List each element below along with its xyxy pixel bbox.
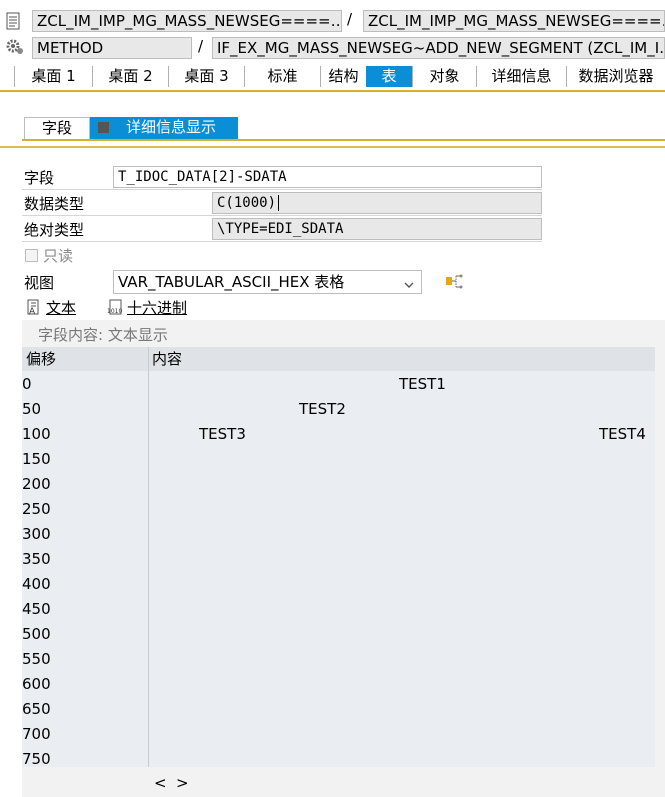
datatype-label: 数据类型	[24, 195, 85, 213]
offset-cell: 600	[22, 675, 51, 693]
view-label: 视图	[24, 274, 55, 292]
text-cursor	[278, 195, 280, 211]
document-icon	[6, 12, 20, 34]
subtab-detail-display[interactable]: 详细信息显示	[90, 117, 238, 139]
offset-cell: 350	[22, 550, 51, 568]
square-icon	[98, 122, 109, 133]
section-divider	[0, 146, 665, 148]
include-name-field[interactable]: ZCL_IM_IMP_MG_MASS_NEWSEG====…	[363, 10, 665, 32]
tabbar-underline	[0, 90, 665, 92]
offset-cell: 450	[22, 600, 51, 618]
tree-hierarchy-icon[interactable]	[445, 273, 465, 295]
subtab-underline	[22, 139, 665, 141]
readonly-checkbox[interactable]	[25, 249, 38, 262]
offset-cell: 150	[22, 450, 51, 468]
offset-cell: 200	[22, 475, 51, 493]
grid-header: 偏移 内容	[22, 347, 655, 371]
scroll-right-button[interactable]: >	[176, 773, 189, 793]
offset-cell: 250	[22, 500, 51, 518]
object-type-field[interactable]: METHOD	[32, 37, 192, 59]
svg-text:1010: 1010	[107, 308, 122, 315]
tab-data-explorer[interactable]: 数据浏览器	[566, 66, 665, 87]
offset-cell: 0	[22, 375, 32, 393]
method-name-field[interactable]: IF_EX_MG_MASS_NEWSEG~ADD_NEW_SEGMENT (ZC…	[212, 37, 665, 59]
tab-standard[interactable]: 标准	[244, 66, 320, 87]
tab-objects[interactable]: 对象	[412, 66, 476, 87]
abstype-label: 绝对类型	[24, 221, 85, 239]
text-view-button[interactable]: 文本	[46, 298, 76, 318]
offset-cell: 400	[22, 575, 51, 593]
tab-structure[interactable]: 结构	[320, 66, 366, 87]
subtab-detail-label: 详细信息显示	[126, 118, 217, 136]
path-separator-2: /	[198, 37, 204, 55]
grid-caption: 字段内容: 文本显示	[38, 326, 168, 344]
col-header-offset[interactable]: 偏移	[26, 349, 56, 369]
gear-icon	[5, 38, 25, 60]
hex-view-icon: 1010	[106, 299, 126, 321]
col-separator	[148, 347, 149, 767]
path-separator: /	[347, 10, 353, 28]
desktop-tabbar: 桌面 1 桌面 2 桌面 3 标准 结构 表 对象 详细信息 数据浏览器	[14, 66, 665, 88]
offset-cell: 750	[22, 750, 51, 768]
offset-cell: 100	[22, 425, 51, 443]
readonly-label: 只读	[43, 247, 74, 265]
content-cell: TEST1	[399, 375, 446, 393]
col-header-content[interactable]: 内容	[152, 349, 182, 369]
hex-view-button[interactable]: 十六进制	[127, 298, 187, 318]
offset-cell: 700	[22, 725, 51, 743]
field-label: 字段	[24, 169, 55, 187]
row-divider	[22, 215, 542, 216]
offset-cell: 500	[22, 625, 51, 643]
tab-desktop-1[interactable]: 桌面 1	[14, 66, 92, 87]
field-name-input[interactable]: T_IDOC_DATA[2]-SDATA	[113, 166, 542, 188]
view-select[interactable]: VAR_TABULAR_ASCII_HEX 表格	[113, 270, 422, 294]
offset-cell: 50	[22, 400, 42, 418]
class-name-field[interactable]: ZCL_IM_IMP_MG_MASS_NEWSEG====…	[32, 10, 342, 32]
datatype-text: C(1000)	[217, 195, 277, 211]
tab-desktop-2[interactable]: 桌面 2	[92, 66, 168, 87]
svg-text:A: A	[29, 307, 36, 317]
datatype-value: C(1000)	[212, 192, 542, 214]
chevron-down-icon[interactable]	[403, 276, 415, 294]
row-divider	[22, 189, 542, 190]
offset-cell: 550	[22, 650, 51, 668]
content-grid: 偏移 内容 0 50 100 150 200 250 300 350 400 4…	[22, 347, 655, 768]
subtab-field[interactable]: 字段	[24, 117, 90, 139]
offset-cell: 300	[22, 525, 51, 543]
tab-desktop-3[interactable]: 桌面 3	[168, 66, 244, 87]
offset-cell: 650	[22, 700, 51, 718]
row-divider	[22, 241, 542, 242]
tab-details[interactable]: 详细信息	[476, 66, 566, 87]
text-view-icon: A	[26, 299, 42, 321]
tab-table[interactable]: 表	[366, 66, 412, 87]
abstype-value: \TYPE=EDI_SDATA	[212, 218, 542, 240]
content-cell: TEST4	[599, 425, 646, 443]
scroll-left-button[interactable]: <	[154, 773, 167, 793]
content-cell: TEST2	[299, 400, 346, 418]
content-cell: TEST3	[199, 425, 246, 443]
